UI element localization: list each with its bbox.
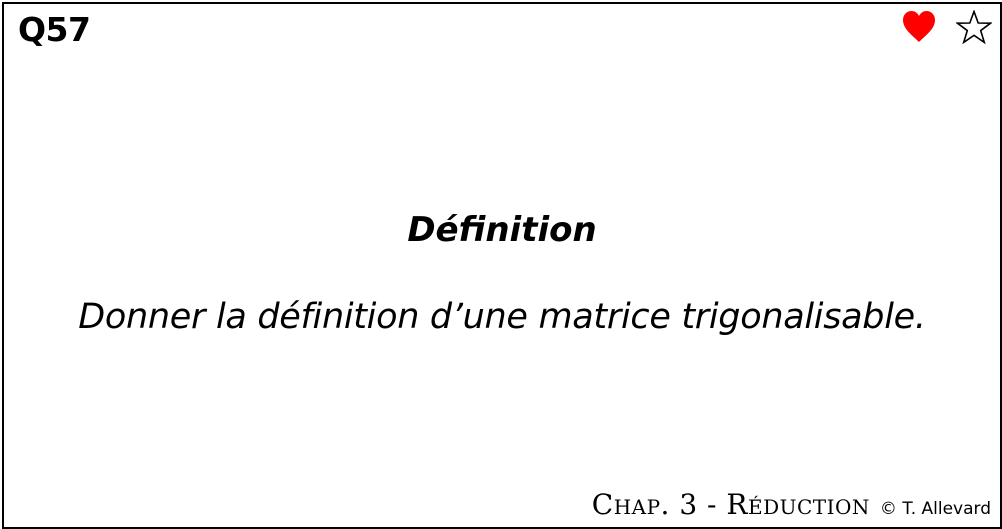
copyright-label: © T. Allevard: [879, 499, 991, 519]
card-footer: Chap. 3 - Réduction © T. Allevard: [592, 488, 991, 521]
card-heading: Définition: [407, 210, 597, 250]
question-text: Donner la définition d’une matrice trigo…: [78, 297, 926, 337]
card-icons: [902, 10, 992, 44]
flashcard: Q57 Définition Donner la définition d’un…: [2, 2, 1002, 529]
star-outline-icon: [956, 10, 992, 44]
heart-icon: [902, 10, 936, 44]
question-number: Q57: [18, 10, 91, 49]
chapter-label: Chap. 3 - Réduction: [591, 488, 870, 521]
